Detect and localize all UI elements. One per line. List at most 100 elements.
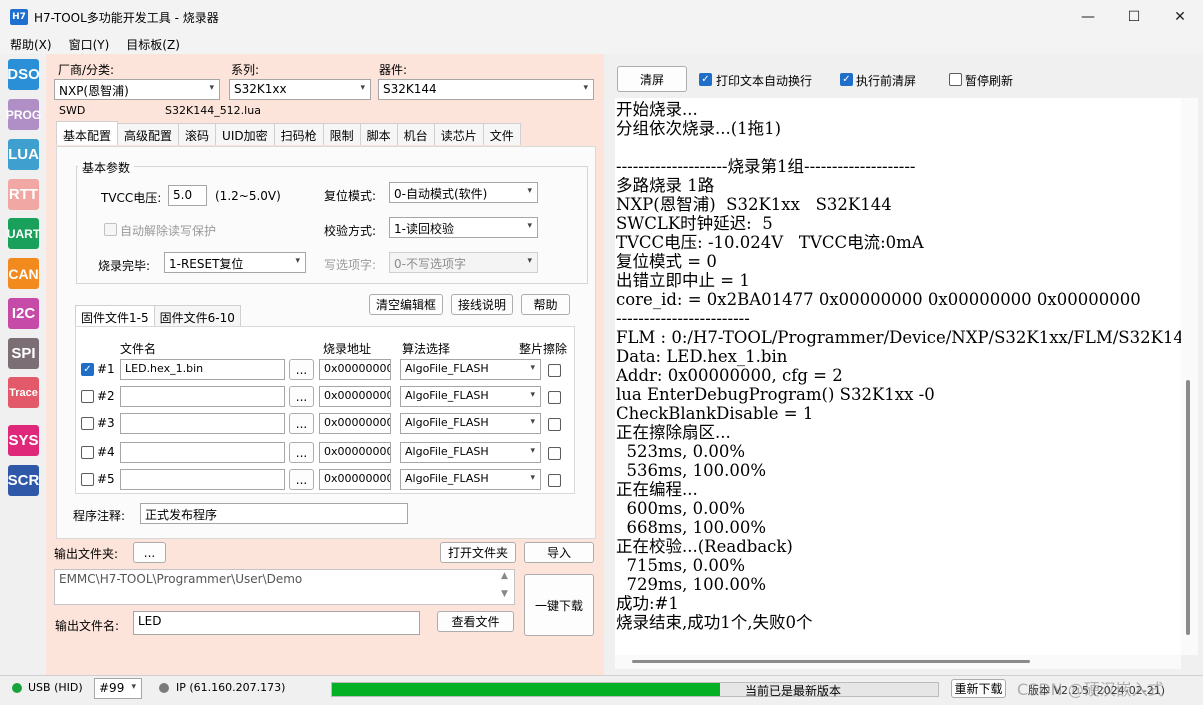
tab-basic-config[interactable]: 基本配置 [56, 121, 119, 145]
auto-unlock-checkbox[interactable] [104, 223, 117, 236]
tab-file[interactable]: 文件 [482, 123, 521, 145]
chip-erase-checkbox[interactable] [548, 447, 561, 460]
sidebar-dso-button[interactable]: DSO [7, 59, 40, 90]
clear-before-run-checkbox[interactable]: ✓ [840, 73, 853, 86]
output-folder-browse-button[interactable]: ... [133, 542, 166, 563]
log-line: 分组依次烧录...(1拖1) [616, 119, 782, 138]
file-algorithm-select[interactable]: AlgoFile_FLASH ▾ [400, 442, 541, 463]
file-name-input[interactable] [120, 386, 285, 407]
file-name-input[interactable] [120, 413, 285, 434]
redownload-button[interactable]: 重新下载 [951, 679, 1006, 698]
file-address-input[interactable]: 0x00000000 [319, 386, 391, 407]
import-button[interactable]: 导入 [524, 542, 594, 563]
log-vertical-scroll-thumb[interactable] [1186, 380, 1190, 635]
one-key-download-button[interactable]: 一键下载 [524, 574, 594, 636]
output-file-name-input[interactable]: LED [133, 611, 420, 635]
sidebar-can-button[interactable]: CAN [8, 258, 39, 289]
chip-erase-checkbox[interactable] [548, 418, 561, 431]
option-byte-label: 写选项字: [324, 258, 377, 272]
device-number-select[interactable]: #99 ▾ [94, 678, 142, 699]
sidebar-i2c-button[interactable]: I2C [8, 298, 39, 329]
file-algorithm-select[interactable]: AlgoFile_FLASH ▾ [400, 413, 541, 434]
file-name-input[interactable] [120, 442, 285, 463]
app-icon: H7 [10, 9, 28, 25]
chip-erase-checkbox[interactable] [548, 474, 561, 487]
sidebar-uart-button[interactable]: UART [7, 218, 40, 249]
file-name-input[interactable]: LED.hex_1.bin [120, 359, 285, 380]
sidebar-prog-button[interactable]: PROG [6, 99, 41, 130]
clear-screen-button[interactable]: 清屏 [617, 66, 687, 92]
minimize-button[interactable]: — [1065, 0, 1111, 34]
file-enable-checkbox[interactable] [81, 446, 94, 459]
tab-advanced-config[interactable]: 高级配置 [117, 123, 180, 145]
sidebar-sys-button[interactable]: SYS [8, 425, 39, 456]
file-address-input[interactable]: 0x00000000 [319, 413, 391, 434]
option-byte-select[interactable]: 0-不写选项字 ▾ [389, 252, 538, 273]
wiring-guide-button[interactable]: 接线说明 [451, 294, 513, 315]
sidebar-lua-button[interactable]: LUA [8, 139, 39, 170]
chip-erase-checkbox[interactable] [548, 391, 561, 404]
part-select[interactable]: S32K144 ▾ [378, 79, 594, 100]
file-algorithm-select[interactable]: AlgoFile_FLASH ▾ [400, 386, 541, 407]
program-note-input[interactable]: 正式发布程序 [140, 503, 408, 524]
output-folder-path[interactable]: EMMC\H7-TOOL\Programmer\User\Demo [54, 569, 515, 605]
tab-firmware-6-10[interactable]: 固件文件6-10 [153, 305, 241, 326]
file-enable-checkbox[interactable] [81, 390, 94, 403]
file-address-input[interactable]: 0x00000000 [319, 359, 391, 380]
file-enable-checkbox[interactable] [81, 473, 94, 486]
menu-target[interactable]: 目标板(Z) [116, 36, 187, 53]
after-program-label: 烧录完毕: [98, 259, 151, 273]
log-line: 开始烧录... [616, 100, 698, 119]
network-status-icon [159, 683, 169, 693]
tab-script[interactable]: 脚本 [359, 123, 398, 145]
usb-status-label: USB (HID) [28, 681, 83, 694]
file-browse-button[interactable]: ... [289, 359, 314, 380]
file-name-input[interactable] [120, 469, 285, 490]
chip-erase-checkbox[interactable] [548, 364, 561, 377]
help-button[interactable]: 帮助 [521, 294, 570, 315]
file-browse-button[interactable]: ... [289, 386, 314, 407]
tab-read-chip[interactable]: 读芯片 [433, 123, 484, 145]
file-index-label: #5 [97, 472, 115, 486]
reset-mode-select[interactable]: 0-自动模式(软件) ▾ [389, 182, 538, 203]
file-address-input[interactable]: 0x00000000 [319, 469, 391, 490]
file-browse-button[interactable]: ... [289, 442, 314, 463]
pause-refresh-checkbox[interactable] [949, 73, 962, 86]
file-name-header: 文件名 [120, 342, 157, 356]
file-enable-checkbox[interactable]: ✓ [81, 363, 94, 376]
open-folder-button[interactable]: 打开文件夹 [440, 542, 516, 563]
verify-mode-select[interactable]: 1-读回校验 ▾ [389, 217, 538, 238]
tab-scanner[interactable]: 扫码枪 [273, 123, 324, 145]
sidebar-trace-button[interactable]: Trace [8, 377, 39, 408]
vendor-select[interactable]: NXP(恩智浦) ▾ [54, 79, 220, 100]
menu-help[interactable]: 帮助(X) [0, 36, 59, 53]
sidebar-spi-button[interactable]: SPI [8, 338, 39, 369]
auto-wrap-checkbox[interactable]: ✓ [699, 73, 712, 86]
sidebar-rtt-button[interactable]: RTT [8, 179, 39, 210]
file-browse-button[interactable]: ... [289, 469, 314, 490]
close-button[interactable]: ✕ [1157, 0, 1203, 34]
tab-firmware-1-5[interactable]: 固件文件1-5 [75, 305, 155, 326]
sidebar-scr-button[interactable]: SCR [8, 465, 39, 496]
file-enable-checkbox[interactable] [81, 417, 94, 430]
file-address-input[interactable]: 0x00000000 [319, 442, 391, 463]
file-index-label: #1 [97, 362, 115, 376]
after-program-select[interactable]: 1-RESET复位 ▾ [164, 252, 306, 273]
file-browse-button[interactable]: ... [289, 413, 314, 434]
tab-limit[interactable]: 限制 [322, 123, 361, 145]
tab-machine[interactable]: 机台 [396, 123, 435, 145]
scroll-down-icon[interactable]: ▼ [501, 589, 508, 599]
view-file-button[interactable]: 查看文件 [437, 611, 514, 632]
series-select[interactable]: S32K1xx ▾ [229, 79, 371, 100]
tab-uid-encrypt[interactable]: UID加密 [215, 123, 275, 145]
clear-fields-button[interactable]: 清空编辑框 [369, 294, 443, 315]
log-horizontal-scroll-thumb[interactable] [632, 660, 1030, 663]
log-output[interactable]: 开始烧录... 分组依次烧录...(1拖1) -------------------… [615, 98, 1181, 655]
file-algorithm-select[interactable]: AlgoFile_FLASH ▾ [400, 469, 541, 490]
scroll-up-icon[interactable]: ▲ [501, 571, 508, 581]
tab-rolling-code[interactable]: 滚码 [178, 123, 217, 145]
menu-window[interactable]: 窗口(Y) [59, 36, 117, 53]
file-algorithm-select[interactable]: AlgoFile_FLASH ▾ [400, 359, 541, 380]
tvcc-input[interactable]: 5.0 [168, 185, 207, 206]
maximize-button[interactable]: ☐ [1111, 0, 1157, 34]
